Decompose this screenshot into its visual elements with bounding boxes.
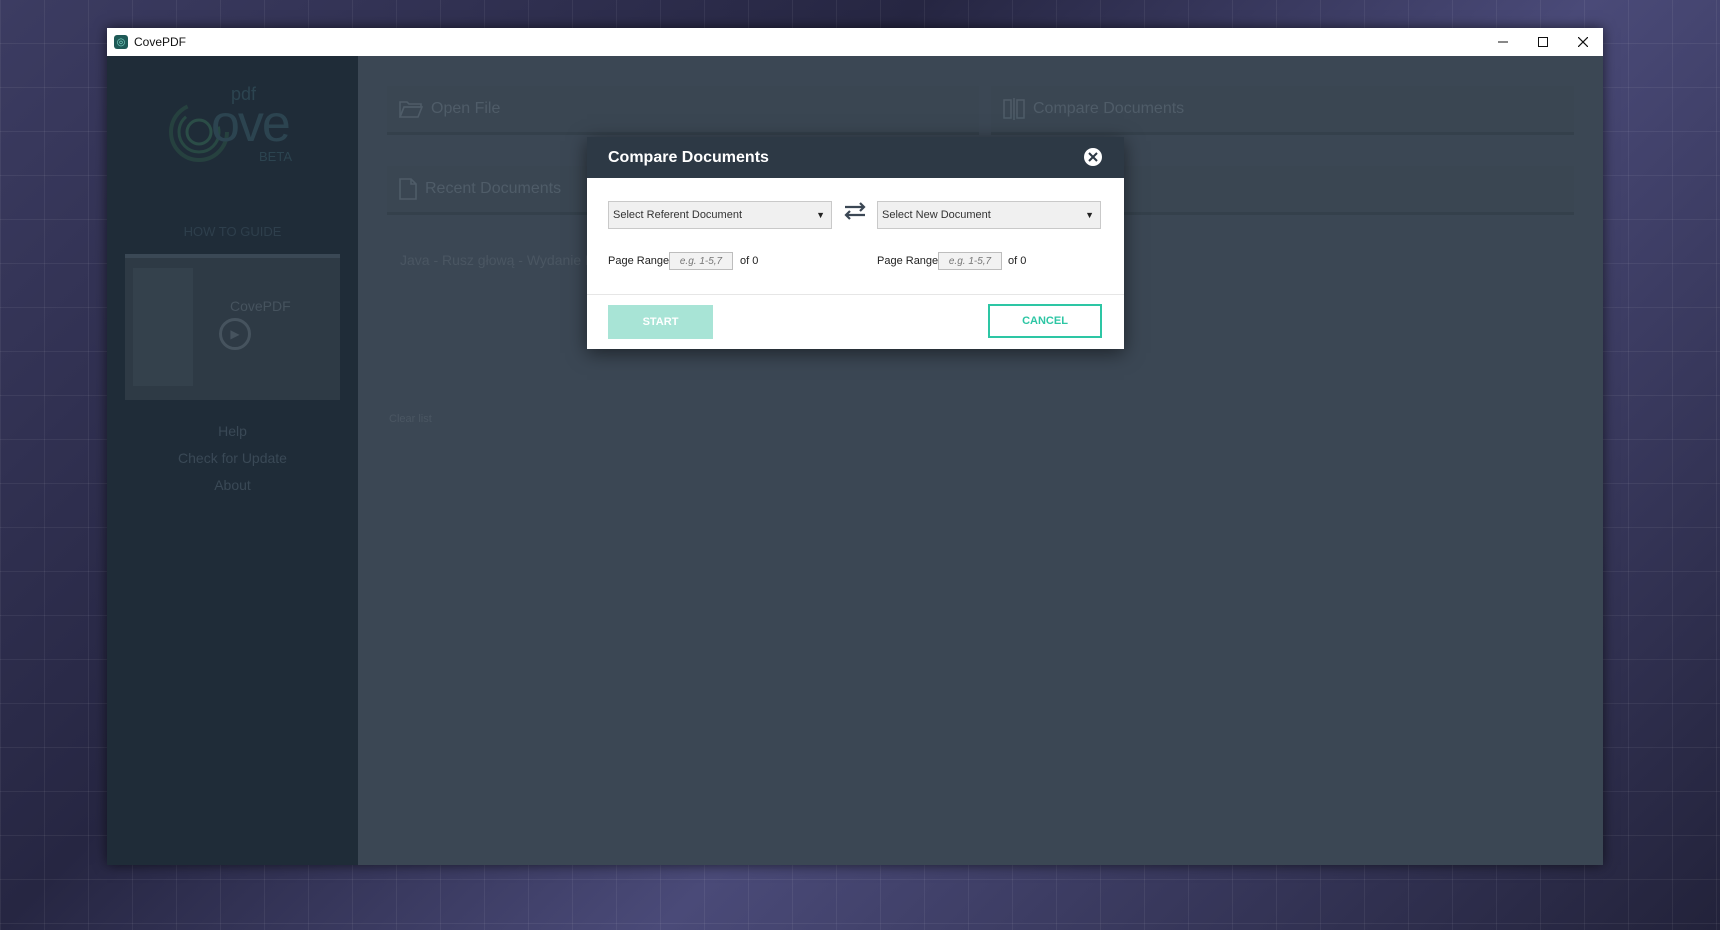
left-page-count: of 0: [740, 255, 759, 267]
modal-overlay: Compare Documents Select Referent Docume…: [0, 0, 1720, 930]
new-document-select[interactable]: Select New Document ▼: [877, 201, 1101, 229]
swap-documents-button[interactable]: [843, 202, 867, 225]
compare-documents-dialog: Compare Documents Select Referent Docume…: [587, 137, 1124, 349]
left-page-range-label: Page Range: [608, 255, 670, 267]
right-page-count: of 0: [1008, 255, 1027, 267]
referent-document-select[interactable]: Select Referent Document ▼: [608, 201, 832, 229]
right-page-range-input[interactable]: [938, 252, 1002, 270]
dialog-divider: [587, 294, 1124, 295]
referent-document-select-value: Select Referent Document: [613, 209, 743, 221]
dialog-close-button[interactable]: [1084, 148, 1102, 166]
cancel-button[interactable]: CANCEL: [988, 304, 1102, 338]
start-button[interactable]: START: [608, 305, 713, 339]
right-page-range-label: Page Range: [877, 255, 939, 267]
dialog-title: Compare Documents: [608, 148, 769, 166]
new-document-select-value: Select New Document: [882, 209, 991, 221]
dialog-header: Compare Documents: [587, 137, 1124, 178]
dropdown-caret-icon: ▼: [1085, 210, 1094, 220]
left-page-range-input[interactable]: [669, 252, 733, 270]
close-circle-icon: [1088, 152, 1098, 162]
swap-arrows-icon: [844, 202, 866, 220]
dropdown-caret-icon: ▼: [816, 210, 825, 220]
